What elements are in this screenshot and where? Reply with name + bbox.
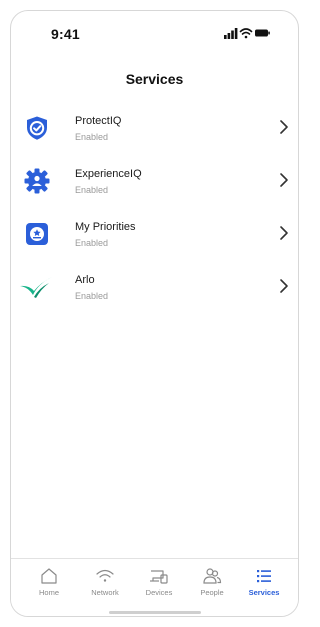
tab-label: People [200, 588, 224, 597]
status-time: 9:41 [51, 26, 80, 42]
signal-icon [224, 28, 238, 39]
tab-label: Devices [145, 588, 173, 597]
tab-people[interactable]: People [185, 567, 239, 607]
home-indicator [109, 611, 201, 614]
service-item-my-priorities[interactable]: My Priorities Enabled [11, 213, 298, 266]
tab-label: Network [91, 588, 119, 597]
service-item-protectiq[interactable]: ProtectIQ Enabled [11, 107, 298, 160]
chevron-right-icon [278, 119, 290, 135]
gear-person-icon [24, 168, 50, 194]
chevron-right-icon [278, 278, 290, 294]
service-name: ExperienceIQ [75, 168, 142, 180]
page-title: Services [125, 71, 184, 87]
service-status: Enabled [75, 132, 109, 142]
tab-home[interactable]: Home [22, 567, 76, 607]
service-status: Enabled [75, 185, 109, 195]
service-item-arlo[interactable]: Arlo Enabled [11, 266, 298, 319]
arlo-bird-icon [19, 274, 53, 300]
battery-icon [255, 29, 270, 37]
tab-services[interactable]: Services [237, 567, 291, 607]
tab-label: Services [248, 588, 280, 597]
priority-badge-icon [24, 221, 50, 247]
service-name: My Priorities [75, 221, 136, 233]
people-icon [202, 567, 222, 585]
house-icon [39, 567, 59, 585]
tab-network[interactable]: Network [78, 567, 132, 607]
devices-icon [149, 567, 169, 585]
tab-bar: Home Network Devices People Services [11, 558, 298, 616]
wifi-icon [95, 567, 115, 585]
status-icons [224, 26, 270, 40]
service-name: Arlo [75, 274, 95, 286]
tab-label: Home [38, 588, 59, 597]
status-bar: 9:41 [11, 11, 298, 55]
shield-check-icon [24, 115, 50, 141]
phone-frame: 9:41 Services ProtectIQ Enabled Experien… [10, 10, 299, 617]
service-status: Enabled [75, 291, 109, 301]
chevron-right-icon [278, 225, 290, 241]
list-icon [254, 567, 274, 585]
service-item-experienceiq[interactable]: ExperienceIQ Enabled [11, 160, 298, 213]
service-status: Enabled [75, 238, 109, 248]
tab-devices[interactable]: Devices [132, 567, 186, 607]
wifi-icon [239, 28, 253, 39]
service-list: ProtectIQ Enabled ExperienceIQ Enabled M… [11, 107, 298, 319]
service-name: ProtectIQ [75, 115, 122, 127]
chevron-right-icon [278, 172, 290, 188]
